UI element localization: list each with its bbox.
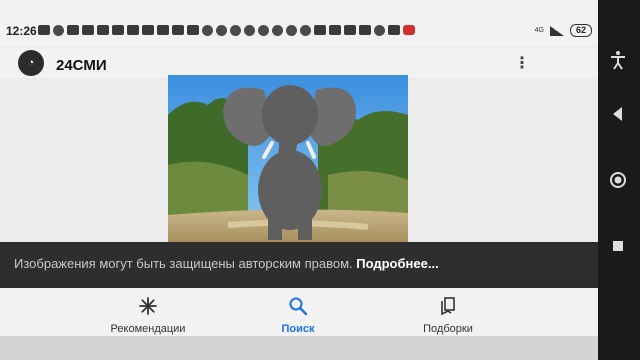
bottom-strip	[0, 336, 598, 360]
signal-icon	[549, 25, 564, 36]
copyright-text: Изображения могут быть защищены авторски…	[14, 256, 439, 271]
youtube-icon	[112, 25, 124, 35]
nav-label-recommendations: Рекомендации	[110, 323, 186, 335]
chrome-icon	[202, 25, 213, 36]
nav-search[interactable]: Поиск	[278, 296, 318, 335]
elephant-photo	[168, 75, 408, 242]
youtube-icon	[142, 25, 154, 35]
alarm-icon	[272, 25, 283, 36]
tiktok-icon	[314, 25, 326, 35]
battery-indicator: 62	[569, 24, 592, 37]
youtube-icon	[127, 25, 139, 35]
result-image[interactable]	[168, 75, 408, 242]
chrome-icon	[230, 25, 241, 36]
tiktok-icon	[359, 25, 371, 35]
chrome-icon	[216, 25, 227, 36]
trash-icon	[388, 25, 400, 35]
youtube-icon	[172, 25, 184, 35]
gallery-icon	[82, 25, 94, 35]
app-badge-icon	[403, 25, 415, 35]
notification-icons	[38, 25, 415, 36]
alarm-icon	[286, 25, 297, 36]
status-bar: 12:26 4G 62	[0, 0, 598, 46]
copyright-notice: Изображения могут быть защищены авторски…	[0, 242, 598, 288]
nav-recommendations[interactable]: Рекомендации	[110, 296, 186, 335]
recents-icon[interactable]	[608, 236, 628, 256]
bottom-navigation: Рекомендации Поиск Подборки	[0, 288, 598, 336]
nav-label-collections: Подборки	[423, 323, 473, 335]
warning-icon	[344, 25, 356, 35]
chrome-icon	[258, 25, 269, 36]
youtube-icon	[157, 25, 169, 35]
home-icon[interactable]	[608, 170, 628, 190]
more-info-link[interactable]: Подробнее...	[356, 256, 438, 271]
alarm-icon	[300, 25, 311, 36]
phone-screen: 12:26 4G 62 ◔ 24СМИ ⋮ Изображения могут …	[0, 0, 598, 360]
chrome-icon	[244, 25, 255, 36]
network-type: 4G	[534, 27, 544, 34]
system-icons: 4G 62	[535, 24, 592, 37]
tiktok-icon	[329, 25, 341, 35]
app-header: ◔ 24СМИ ⋮	[0, 48, 598, 78]
youtube-icon	[187, 25, 199, 35]
notice-text: Изображения могут быть защищены авторски…	[14, 256, 357, 271]
more-menu-icon[interactable]: ⋮	[514, 56, 530, 72]
nav-collections[interactable]: Подборки	[418, 296, 478, 335]
youtube-icon	[97, 25, 109, 35]
accessibility-icon[interactable]	[608, 50, 628, 70]
back-icon[interactable]	[608, 104, 628, 124]
site-name[interactable]: 24СМИ	[56, 57, 107, 74]
status-time: 12:26	[6, 24, 37, 38]
android-navigation-bar	[598, 0, 640, 360]
upload-icon	[67, 25, 79, 35]
site-logo-icon[interactable]: ◔	[18, 50, 44, 76]
nav-label-search: Поиск	[281, 323, 315, 335]
whatsapp-icon	[374, 25, 385, 36]
message-icon	[38, 25, 50, 35]
search-notif-icon	[53, 25, 64, 36]
asterisk-icon	[139, 297, 157, 315]
collections-icon	[441, 297, 455, 316]
search-icon	[289, 297, 308, 316]
